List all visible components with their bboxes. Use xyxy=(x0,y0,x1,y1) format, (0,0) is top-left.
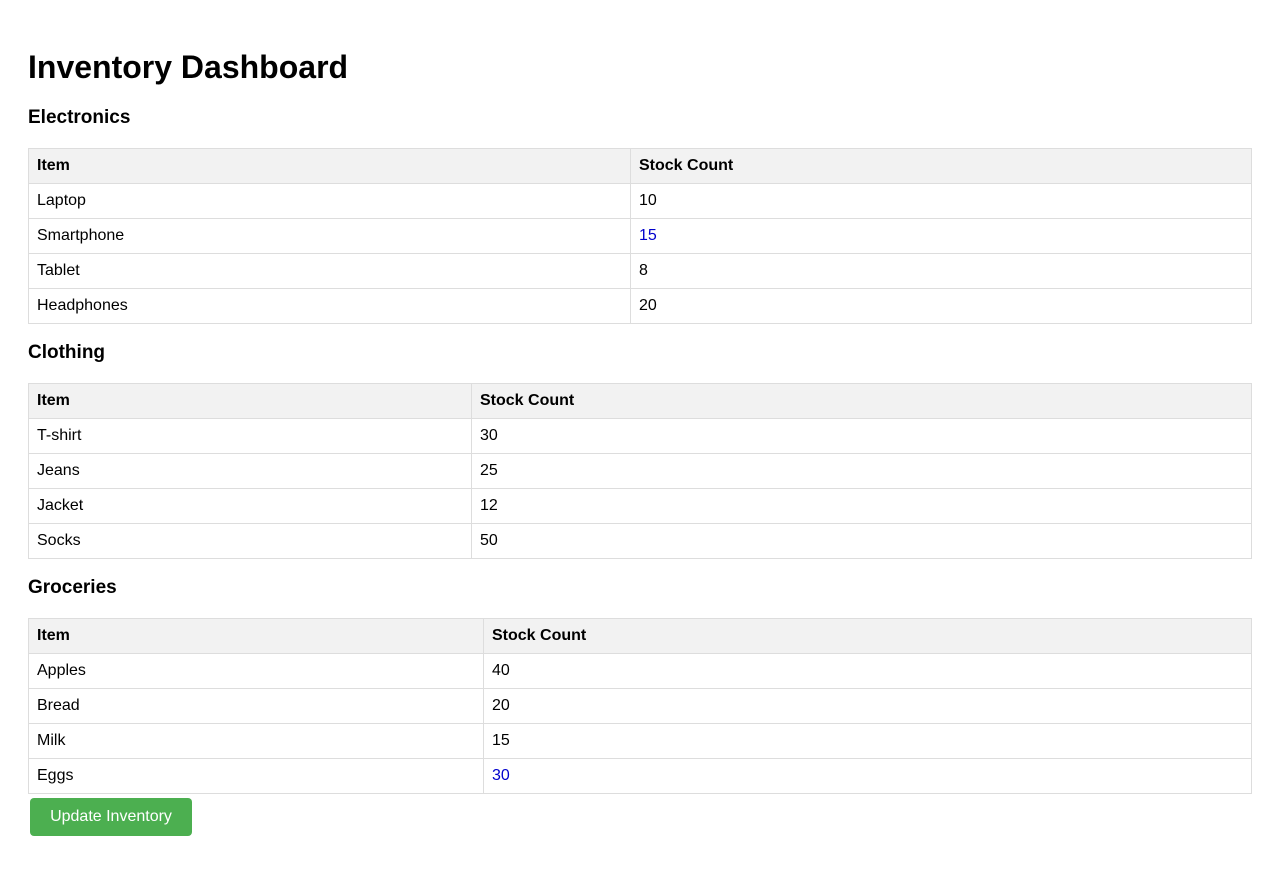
inventory-dashboard-page: Inventory Dashboard Electronics Item Sto… xyxy=(0,0,1280,836)
table-row: Jeans 25 xyxy=(28,453,1252,489)
clothing-table: Item Stock Count T-shirt 30 Jeans 25 Jac… xyxy=(28,383,1252,559)
stock-count-cell: 30 xyxy=(483,758,1252,794)
table-row: Smartphone 15 xyxy=(28,218,1252,254)
stock-count-cell: 15 xyxy=(630,218,1252,254)
column-header-item: Item xyxy=(28,618,484,654)
table-row: Laptop 10 xyxy=(28,183,1252,219)
table-row: Milk 15 xyxy=(28,723,1252,759)
item-name-cell: Jeans xyxy=(28,453,472,489)
column-header-stock-count: Stock Count xyxy=(630,148,1252,184)
item-name-cell: Jacket xyxy=(28,488,472,524)
stock-count-cell: 40 xyxy=(483,653,1252,689)
item-name-cell: Laptop xyxy=(28,183,631,219)
section-title-groceries: Groceries xyxy=(28,577,117,598)
table-row: Eggs 30 xyxy=(28,758,1252,794)
table-row: Tablet 8 xyxy=(28,253,1252,289)
item-name-cell: Smartphone xyxy=(28,218,631,254)
table-header-row: Item Stock Count xyxy=(28,383,1252,419)
item-name-cell: Tablet xyxy=(28,253,631,289)
table-header-row: Item Stock Count xyxy=(28,618,1252,654)
column-header-stock-count: Stock Count xyxy=(483,618,1252,654)
item-name-cell: Apples xyxy=(28,653,484,689)
table-row: Apples 40 xyxy=(28,653,1252,689)
stock-count-cell: 10 xyxy=(630,183,1252,219)
section-title-electronics: Electronics xyxy=(28,107,131,128)
groceries-table: Item Stock Count Apples 40 Bread 20 Milk… xyxy=(28,618,1252,794)
item-name-cell: Socks xyxy=(28,523,472,559)
stock-count-cell: 8 xyxy=(630,253,1252,289)
stock-count-cell: 50 xyxy=(471,523,1252,559)
column-header-item: Item xyxy=(28,383,472,419)
table-row: Bread 20 xyxy=(28,688,1252,724)
stock-count-cell: 12 xyxy=(471,488,1252,524)
item-name-cell: Bread xyxy=(28,688,484,724)
table-row: T-shirt 30 xyxy=(28,418,1252,454)
stock-count-cell: 15 xyxy=(483,723,1252,759)
column-header-item: Item xyxy=(28,148,631,184)
item-name-cell: T-shirt xyxy=(28,418,472,454)
stock-count-cell: 20 xyxy=(483,688,1252,724)
electronics-table: Item Stock Count Laptop 10 Smartphone 15… xyxy=(28,148,1252,324)
stock-count-cell: 20 xyxy=(630,288,1252,324)
stock-count-cell: 25 xyxy=(471,453,1252,489)
table-row: Headphones 20 xyxy=(28,288,1252,324)
table-header-row: Item Stock Count xyxy=(28,148,1252,184)
item-name-cell: Headphones xyxy=(28,288,631,324)
column-header-stock-count: Stock Count xyxy=(471,383,1252,419)
page-title: Inventory Dashboard xyxy=(28,49,349,85)
update-inventory-button[interactable]: Update Inventory xyxy=(30,798,192,836)
item-name-cell: Eggs xyxy=(28,758,484,794)
item-name-cell: Milk xyxy=(28,723,484,759)
stock-count-cell: 30 xyxy=(471,418,1252,454)
table-row: Socks 50 xyxy=(28,523,1252,559)
table-row: Jacket 12 xyxy=(28,488,1252,524)
section-title-clothing: Clothing xyxy=(28,342,106,363)
